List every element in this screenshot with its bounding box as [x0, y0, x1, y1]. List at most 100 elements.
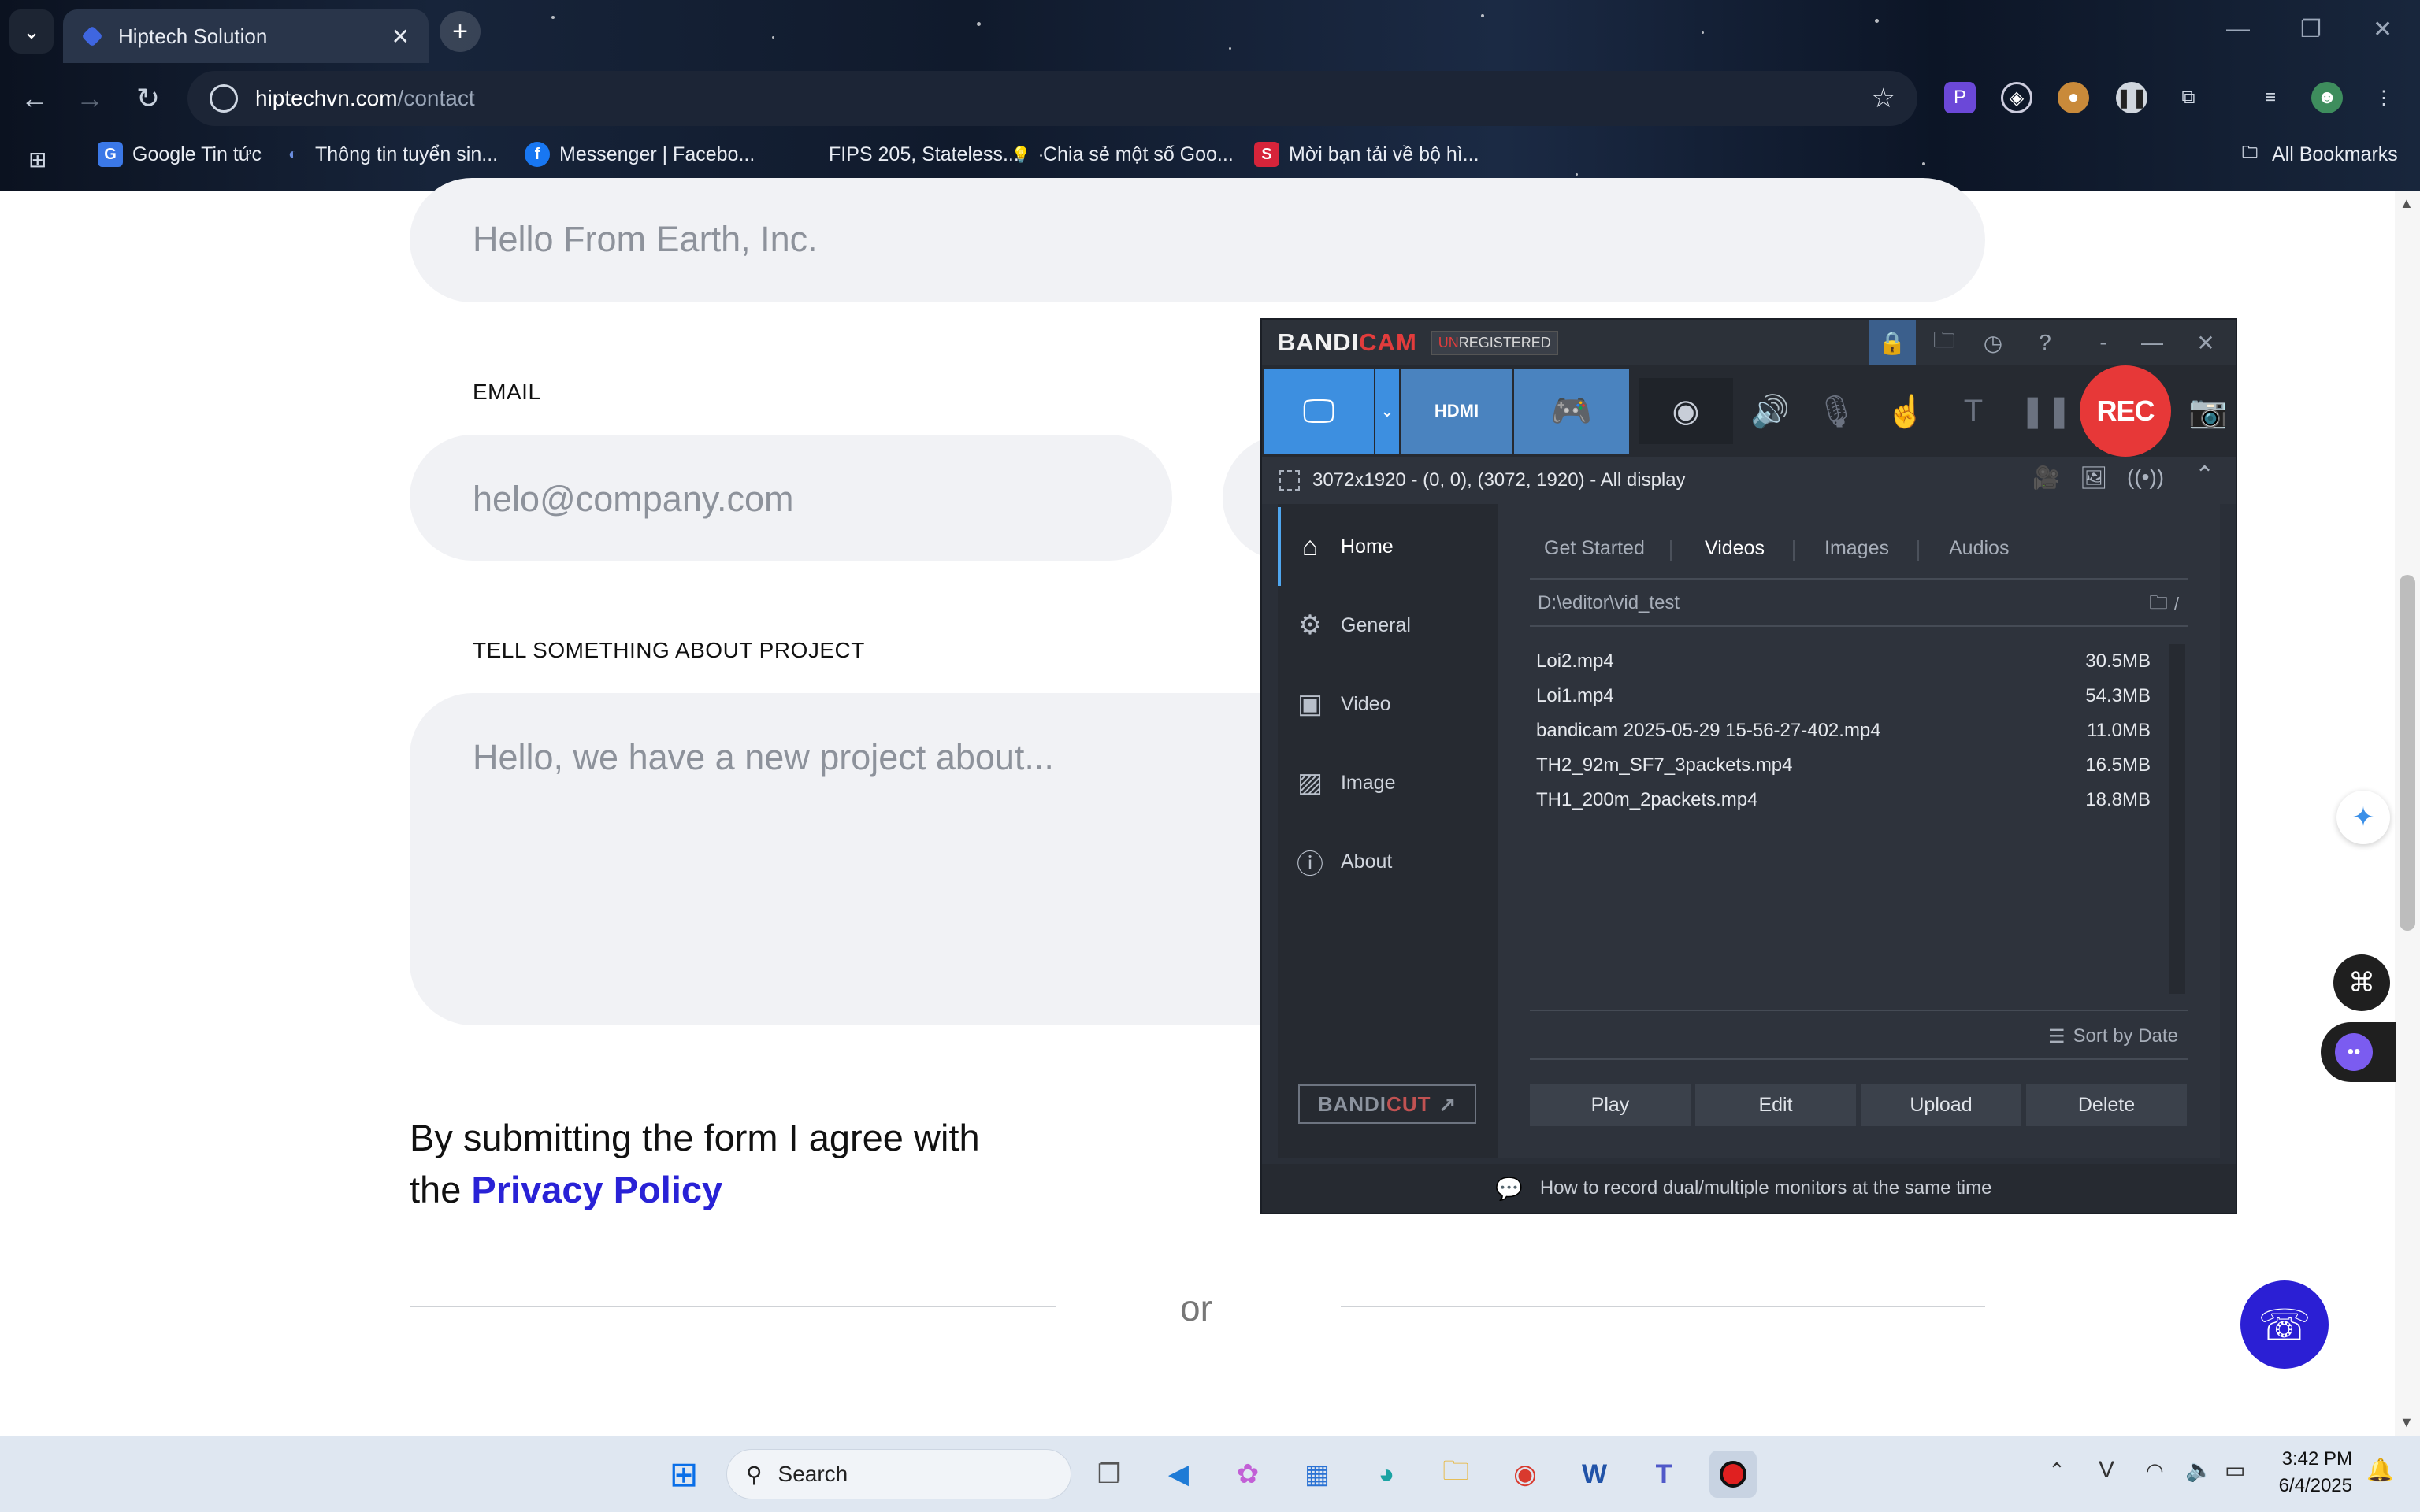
screen-mode-button[interactable]: 🖵 — [1264, 369, 1374, 454]
show-hidden-icons[interactable]: ⌃ — [2048, 1458, 2066, 1483]
speaker-toggle[interactable]: 🔊 — [1743, 378, 1798, 444]
chrome-icon[interactable]: ◉ — [1501, 1451, 1549, 1498]
tab-hiptech[interactable]: Hiptech Solution ✕ — [63, 9, 429, 63]
bandicut-button[interactable]: BANDICUT ↗ — [1298, 1084, 1476, 1124]
game-mode-button[interactable]: 🎮 — [1514, 369, 1629, 454]
open-folder-icon[interactable]: 🗀 — [1921, 320, 1968, 365]
media-queue-icon[interactable]: ≡ — [2255, 82, 2286, 113]
browse-folder-icon[interactable]: 🗀 — [2149, 589, 2168, 621]
file-row[interactable]: TH2_92m_SF7_3packets.mp4 16.5MB — [1536, 748, 2151, 783]
clock[interactable]: 3:42 PM 6/4/2025 — [2279, 1446, 2352, 1499]
nav-general[interactable]: ⚙ General — [1278, 586, 1498, 665]
mouse-effect-toggle[interactable]: ☝ — [1878, 378, 1933, 444]
apps-grid-icon[interactable]: ⊞ — [28, 146, 46, 172]
bandicam-taskbar-icon[interactable] — [1709, 1451, 1757, 1498]
mini-mode-icon[interactable]: - — [2080, 320, 2127, 365]
app-grid-widget-icon[interactable]: ⌘ — [2333, 954, 2390, 1011]
battery-icon[interactable]: ▭ — [2225, 1457, 2245, 1483]
video-camera-icon[interactable]: 🎥 — [2032, 465, 2060, 491]
bookmark-tuyen-sinh[interactable]: ◐ Thông tin tuyển sin... — [280, 142, 498, 167]
tab-audios[interactable]: Audios — [1949, 537, 2009, 560]
edge-icon[interactable]: ◕ — [1363, 1451, 1410, 1498]
bookmark-moi-ban[interactable]: S Mời bạn tải về bộ hì... — [1254, 142, 1479, 167]
hdmi-mode-button[interactable]: HDMI — [1401, 369, 1512, 454]
store-icon[interactable]: ▦ — [1294, 1451, 1341, 1498]
puzzle-icon[interactable]: ⧉ — [2173, 82, 2204, 113]
reload-icon[interactable]: ↻ — [131, 82, 165, 115]
wifi-icon[interactable]: ◠ — [2146, 1458, 2164, 1483]
compass-icon[interactable]: ◈ — [2001, 82, 2032, 113]
close-window-icon[interactable]: ✕ — [2373, 16, 2392, 43]
forward-icon[interactable]: → — [72, 82, 107, 115]
screenshot-button[interactable]: 📷 — [2181, 378, 2236, 444]
microphone-toggle[interactable]: 🎙 — [1809, 378, 1864, 444]
all-bookmarks[interactable]: 🗀 All Bookmarks — [2237, 142, 2398, 167]
vscode-icon[interactable]: ◀ — [1155, 1451, 1202, 1498]
cookie-icon[interactable]: ● — [2058, 82, 2089, 113]
file-row[interactable]: Loi2.mp4 30.5MB — [1536, 644, 2151, 679]
bandicam-footer[interactable]: 💬 How to record dual/multiple monitors a… — [1262, 1164, 2236, 1213]
file-list-scrollbar[interactable] — [2169, 644, 2185, 994]
chat-fab-button[interactable]: ☏ — [2240, 1280, 2329, 1369]
file-row[interactable]: TH1_200m_2packets.mp4 18.8MB — [1536, 783, 2151, 817]
record-extension-icon[interactable]: ❚❚ — [2116, 82, 2147, 113]
bookmark-chia-se[interactable]: 💡 Chia sẻ một số Goo... — [1008, 142, 1234, 167]
profile-avatar[interactable]: ☻ — [2311, 82, 2343, 113]
nav-home[interactable]: ⌂ Home — [1278, 507, 1498, 586]
tab-images[interactable]: Images — [1824, 537, 1889, 560]
word-icon[interactable]: W — [1571, 1451, 1618, 1498]
scroll-up-icon[interactable]: ▲ — [2400, 195, 2414, 212]
teams-icon[interactable]: T — [1640, 1451, 1687, 1498]
back-icon[interactable]: ← — [17, 82, 52, 115]
vpn-icon[interactable]: V — [2099, 1457, 2114, 1484]
play-button[interactable]: Play — [1530, 1084, 1691, 1126]
bandicam-minimize-icon[interactable]: — — [2129, 320, 2176, 365]
rec-button[interactable]: REC — [2080, 365, 2171, 457]
privacy-policy-link[interactable]: Privacy Policy — [471, 1169, 722, 1210]
task-view-icon[interactable]: ❐ — [1086, 1451, 1133, 1498]
notifications-icon[interactable]: 🔔 — [2366, 1457, 2394, 1483]
tab-videos[interactable]: Videos — [1705, 537, 1765, 560]
image-record-icon[interactable]: 🖼 — [2080, 465, 2108, 491]
pause-button[interactable]: ❚❚ — [2018, 378, 2073, 444]
lock-icon[interactable]: 🔒 — [1869, 320, 1916, 365]
minimize-icon[interactable]: — — [2226, 16, 2250, 43]
copilot-icon[interactable]: ✿ — [1224, 1451, 1271, 1498]
assistant-widget[interactable]: •• — [2321, 1022, 2396, 1082]
bandicam-close-icon[interactable]: ✕ — [2182, 320, 2229, 365]
unregistered-badge[interactable]: UNREGISTERED — [1431, 330, 1558, 355]
address-bar[interactable]: hiptechvn.com/contact ☆ — [187, 71, 1917, 126]
extension-p-icon[interactable]: P — [1944, 82, 1976, 113]
bookmark-google-news[interactable]: G Google Tin tức — [98, 142, 262, 167]
volume-icon[interactable]: 🔈 — [2185, 1457, 2213, 1483]
screen-mode-dropdown[interactable]: ⌄ — [1375, 369, 1399, 454]
webcam-toggle[interactable]: ◉ — [1639, 378, 1733, 444]
restore-icon[interactable]: ❐ — [2300, 16, 2322, 43]
tab-get-started[interactable]: Get Started — [1544, 537, 1645, 560]
bookmark-messenger[interactable]: f Messenger | Facebo... — [525, 142, 755, 167]
nav-image[interactable]: ▨ Image — [1278, 743, 1498, 822]
new-tab-button[interactable]: + — [440, 11, 481, 52]
sparkle-drop-icon[interactable]: ✦ — [2336, 791, 2390, 844]
selection-area-icon[interactable] — [1279, 470, 1300, 491]
broadcast-icon[interactable]: ((•)) — [2127, 465, 2164, 490]
file-explorer-icon[interactable]: 🗀 — [1432, 1451, 1479, 1498]
nav-video[interactable]: ▣ Video — [1278, 665, 1498, 743]
taskbar-search[interactable]: ⚲ Search — [726, 1449, 1071, 1499]
tab-search-button[interactable]: ⌄ — [9, 9, 54, 54]
close-tab-icon[interactable]: ✕ — [392, 24, 410, 50]
collapse-icon[interactable]: ⌃ — [2195, 461, 2214, 489]
sort-by-date[interactable]: ☰ Sort by Date — [2048, 1025, 2178, 1048]
upload-button[interactable]: Upload — [1861, 1084, 2021, 1126]
text-overlay-toggle[interactable]: T — [1946, 378, 2001, 444]
scroll-down-icon[interactable]: ▼ — [2400, 1414, 2414, 1431]
edit-button[interactable]: Edit — [1695, 1084, 1856, 1126]
delete-button[interactable]: Delete — [2026, 1084, 2187, 1126]
file-row[interactable]: bandicam 2025-05-29 15-56-27-402.mp4 11.0… — [1536, 713, 2151, 748]
nav-about[interactable]: ⓘ About — [1278, 822, 1498, 901]
help-icon[interactable]: ? — [2021, 320, 2069, 365]
file-row[interactable]: Loi1.mp4 54.3MB — [1536, 679, 2151, 713]
windows-start-icon[interactable]: ⊞ — [660, 1451, 707, 1498]
scroll-thumb[interactable] — [2400, 575, 2415, 931]
clock-icon[interactable]: ◷ — [1969, 320, 2017, 365]
